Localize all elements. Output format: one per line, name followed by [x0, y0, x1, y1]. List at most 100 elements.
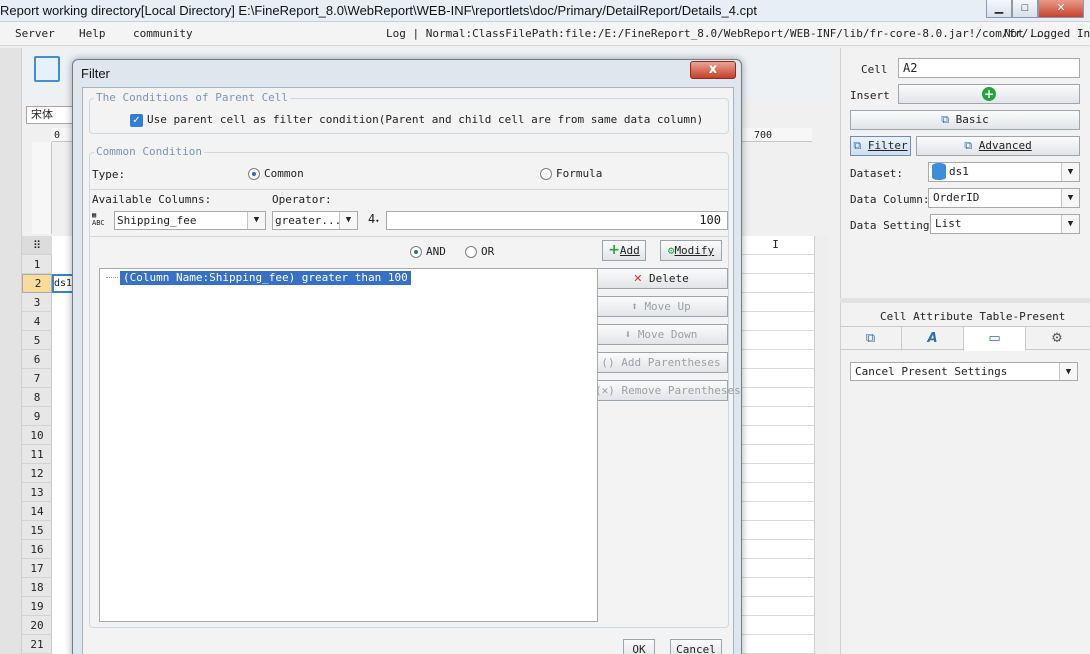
select-all-corner[interactable]: ⠿	[22, 236, 52, 255]
row-number[interactable]: 1	[22, 255, 52, 274]
modify-button[interactable]: ⚙Modify	[660, 240, 722, 261]
row-number[interactable]: 13	[22, 483, 52, 502]
advanced-tab-button[interactable]: ⧉ Advanced	[916, 136, 1080, 156]
column-header-i[interactable]: I	[737, 238, 814, 254]
divider	[90, 236, 728, 237]
insert-button[interactable]: +	[898, 84, 1080, 104]
row-number[interactable]: 6	[22, 350, 52, 369]
tab-expand-icon[interactable]: ⧉	[840, 327, 902, 351]
operator-select[interactable]: greater... ▼	[272, 211, 358, 230]
dataset-label: Dataset:	[850, 167, 903, 180]
add-button[interactable]: +Add	[602, 240, 646, 261]
insert-label: Insert	[850, 89, 890, 102]
row-number[interactable]: 11	[22, 445, 52, 464]
dataset-value: ds1	[949, 165, 969, 178]
cancel-button[interactable]: Cancel	[670, 639, 722, 654]
remove-parentheses-button[interactable]: (✕) Remove Parentheses	[594, 380, 741, 401]
login-status[interactable]: Not Logged In	[1004, 27, 1090, 40]
and-radio[interactable]: AND	[410, 245, 446, 258]
row-number[interactable]: 2	[22, 274, 52, 293]
plus-icon: +	[608, 242, 620, 258]
row-number[interactable]: 19	[22, 597, 52, 616]
conditions-list[interactable]: (Column Name:Shipping_fee) greater than …	[99, 268, 598, 622]
present-select[interactable]: Cancel Present Settings ▼	[850, 362, 1078, 381]
add-circle-icon: +	[982, 87, 996, 101]
filter-tab-button[interactable]: ⧉ Filter	[850, 136, 911, 156]
arrow-down-icon: ⬇	[624, 328, 632, 341]
advanced-label: Advanced	[978, 139, 1032, 152]
checkbox-checked-icon: ✓	[130, 113, 143, 127]
dataset-select[interactable]: ds1 ▼	[928, 162, 1080, 182]
filter-label: Filter	[867, 139, 908, 152]
column-select[interactable]: Shipping_fee ▼	[114, 211, 266, 230]
move-down-button[interactable]: ⬇ Move Down	[594, 324, 728, 345]
selected-cell-a2[interactable]: ds1	[52, 274, 74, 293]
type-formula-label: Formula	[556, 167, 603, 180]
condition-list-item[interactable]: (Column Name:Shipping_fee) greater than …	[120, 271, 411, 285]
row-number[interactable]: 15	[22, 521, 52, 540]
attr-panel-title: Cell Attribute Table-Present	[880, 310, 1066, 323]
type-common-radio[interactable]: Common	[248, 167, 304, 180]
row-number[interactable]: 4	[22, 312, 52, 331]
data-setting-select[interactable]: List ▼	[930, 214, 1080, 234]
parent-cell-checkbox[interactable]: ✓ Use parent cell as filter condition(Par…	[130, 113, 703, 127]
close-window-button[interactable]: ✕	[1038, 0, 1084, 18]
type-formula-radio[interactable]: Formula	[540, 167, 602, 180]
row-number[interactable]: 16	[22, 540, 52, 559]
menu-help[interactable]: Help	[79, 27, 106, 40]
add-label: Add	[619, 244, 640, 257]
value-type-select[interactable]: 4▾	[368, 212, 379, 226]
move-up-button[interactable]: ⬆ Move Up	[594, 296, 728, 317]
menu-server[interactable]: Server	[15, 27, 55, 40]
menu-community[interactable]: community	[133, 27, 193, 40]
delete-button[interactable]: ✕ Delete	[594, 268, 728, 289]
row-number[interactable]: 3	[22, 293, 52, 312]
row-number[interactable]: 17	[22, 559, 52, 578]
row-number[interactable]: 14	[22, 502, 52, 521]
column-value: Shipping_fee	[117, 214, 197, 227]
row-number[interactable]: 21	[22, 635, 52, 654]
tab-style-icon[interactable]: A	[902, 327, 964, 351]
log-path[interactable]: Log | Normal:ClassFilePath:file:/E:/Fine…	[386, 27, 1048, 40]
cell-label: Cell	[861, 63, 888, 76]
add-parentheses-label: Add Parentheses	[621, 356, 721, 369]
row-number[interactable]: 18	[22, 578, 52, 597]
tree-line	[106, 277, 118, 278]
basic-tab-button[interactable]: ⧉ Basic	[850, 110, 1080, 130]
radio-icon	[465, 246, 477, 258]
tab-settings-icon[interactable]: ⚙	[1026, 327, 1088, 351]
grid-column-i[interactable]	[736, 236, 814, 654]
dialog-close-button[interactable]: x	[690, 61, 736, 79]
row-number[interactable]: 12	[22, 464, 52, 483]
add-parentheses-button[interactable]: () Add Parentheses	[594, 352, 728, 373]
cell-input[interactable]: A2	[898, 58, 1080, 78]
dialog-body: The Conditions of Parent Cell ✓ Use paren…	[82, 87, 741, 654]
ok-button[interactable]: OK	[623, 639, 655, 654]
minimize-button[interactable]: ▁	[986, 0, 1012, 18]
maximize-button[interactable]: □	[1012, 0, 1038, 18]
row-number[interactable]: 20	[22, 616, 52, 635]
tab-present-icon[interactable]: ▭	[964, 327, 1026, 351]
delete-label: Delete	[649, 272, 689, 285]
font-select[interactable]: 宋体	[26, 106, 74, 124]
grid-vertical-scrollbar[interactable]	[814, 236, 828, 654]
database-icon	[932, 163, 946, 180]
operator-value: greater...	[275, 214, 342, 227]
modify-label: Modify	[674, 244, 715, 257]
or-radio[interactable]: OR	[465, 245, 494, 258]
panel-splitter[interactable]	[840, 298, 1090, 303]
row-number[interactable]: 9	[22, 407, 52, 426]
data-column-value: OrderID	[933, 191, 980, 204]
row-number[interactable]: 8	[22, 388, 52, 407]
chevron-down-icon: ▼	[1059, 363, 1077, 380]
data-column-select[interactable]: OrderID ▼	[928, 188, 1080, 208]
row-number[interactable]: 5	[22, 331, 52, 350]
vertical-ruler	[32, 142, 52, 234]
row-number[interactable]: 7	[22, 369, 52, 388]
preview-icon[interactable]	[34, 56, 60, 82]
row-number[interactable]: 10	[22, 426, 52, 445]
left-dock-strip	[0, 48, 22, 654]
value-input[interactable]: 100	[386, 211, 728, 230]
basic-icon: ⧉	[941, 113, 956, 126]
data-setting-value: List	[935, 217, 962, 230]
